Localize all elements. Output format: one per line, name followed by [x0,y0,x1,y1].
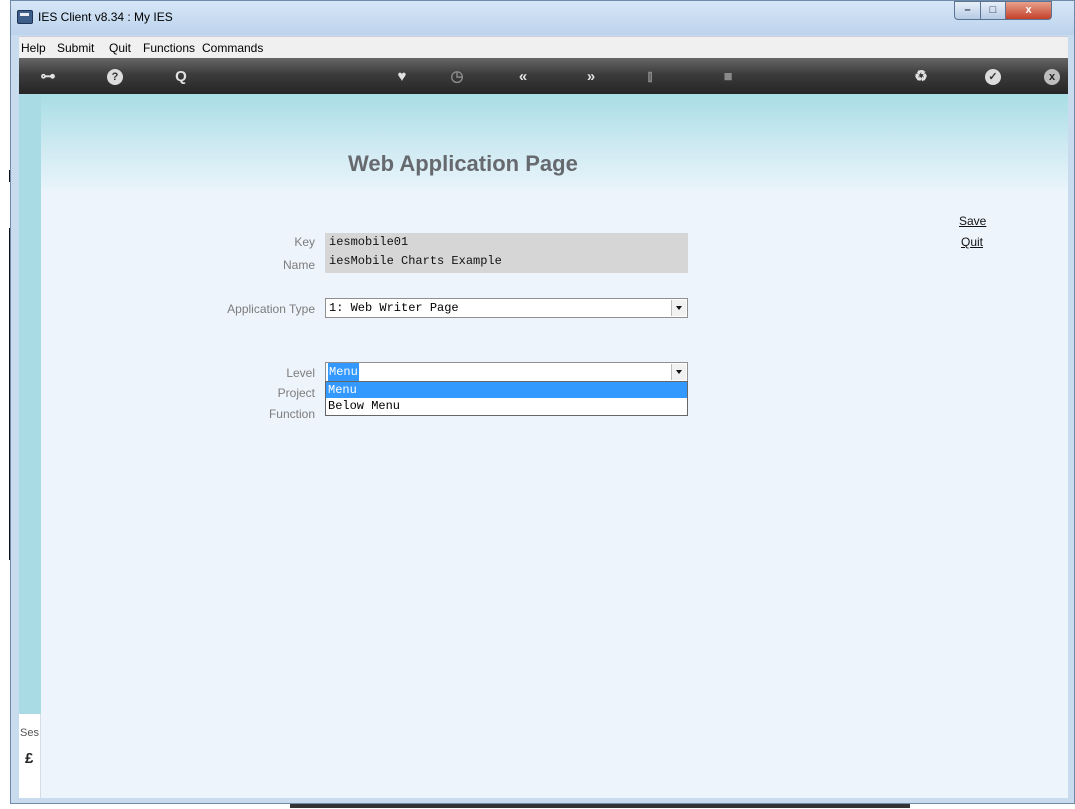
chevron-down-icon[interactable] [671,300,686,316]
menu-quit[interactable]: Quit [109,41,131,55]
chevron-down-icon[interactable] [671,364,686,380]
page-title: Web Application Page [348,151,578,176]
level-option-below-menu[interactable]: Below Menu [326,398,687,414]
taskbar-edge [0,804,1075,809]
clock-icon[interactable]: ◷ [447,67,467,87]
check-icon[interactable]: ✓ [985,69,1001,85]
save-link[interactable]: Save [959,214,986,228]
app-icon [17,10,33,24]
recycle-icon[interactable]: ♻ [911,67,931,87]
search-icon[interactable]: Q [171,67,191,87]
session-icon[interactable]: £ [25,750,33,767]
session-label: Ses [20,727,39,739]
close-window-button[interactable]: x [1005,1,1052,20]
content-area: Ses £ Web Application Page Save Quit Key… [19,94,1068,798]
app-window: IES Client v8.34 : My IES – □ x Help Sub… [10,0,1075,804]
close-icon[interactable]: x [1044,69,1060,85]
function-label: Function [268,407,315,421]
quit-link[interactable]: Quit [961,235,983,249]
minimize-icon: – [964,4,971,16]
name-label: Name [282,258,315,272]
menu-bar: Help Submit Quit Functions Commands [19,36,1068,58]
help-icon[interactable]: ? [107,69,123,85]
level-label: Level [286,366,315,380]
level-select[interactable]: Menu [325,362,688,382]
header-band: Web Application Page [41,94,1068,191]
key-value: iesmobile01 [329,235,409,249]
minimize-button[interactable]: – [954,1,981,20]
menu-help[interactable]: Help [21,41,46,55]
window-title: IES Client v8.34 : My IES [38,10,173,24]
application-type-label: Application Type [227,302,315,316]
close-icon: x [1025,4,1032,16]
key-icon[interactable]: ⊶ [35,67,61,87]
desktop-edge [0,0,12,809]
toolbar: ⊶ ? Q ♥ ◷ « » ⫾ ■ ♻ ✓ x [19,58,1068,94]
taskbar-shadow [290,804,910,808]
menu-functions[interactable]: Functions [143,41,195,55]
session-panel: Ses £ [19,714,41,798]
stop-icon[interactable]: ■ [718,67,738,87]
application-type-select[interactable]: 1: Web Writer Page [325,298,688,318]
previous-icon[interactable]: « [513,67,533,87]
project-label: Project [277,386,315,400]
application-type-value: 1: Web Writer Page [329,301,459,315]
level-value: Menu [328,363,359,381]
name-field: iesMobile Charts Example [325,252,688,273]
menu-submit[interactable]: Submit [57,41,94,55]
title-bar: IES Client v8.34 : My IES – □ x [11,1,1074,35]
tools-icon[interactable]: ⫾ [640,67,660,87]
name-value: iesMobile Charts Example [329,254,502,268]
maximize-button[interactable]: □ [980,1,1006,20]
maximize-icon: □ [989,4,997,16]
menu-commands[interactable]: Commands [202,41,263,55]
level-dropdown-list: Menu Below Menu [325,381,688,416]
next-icon[interactable]: » [581,67,601,87]
key-field: iesmobile01 [325,233,688,252]
key-label: Key [294,235,315,249]
side-panel [19,94,41,798]
heart-icon[interactable]: ♥ [392,67,412,87]
level-option-menu[interactable]: Menu [326,382,687,398]
